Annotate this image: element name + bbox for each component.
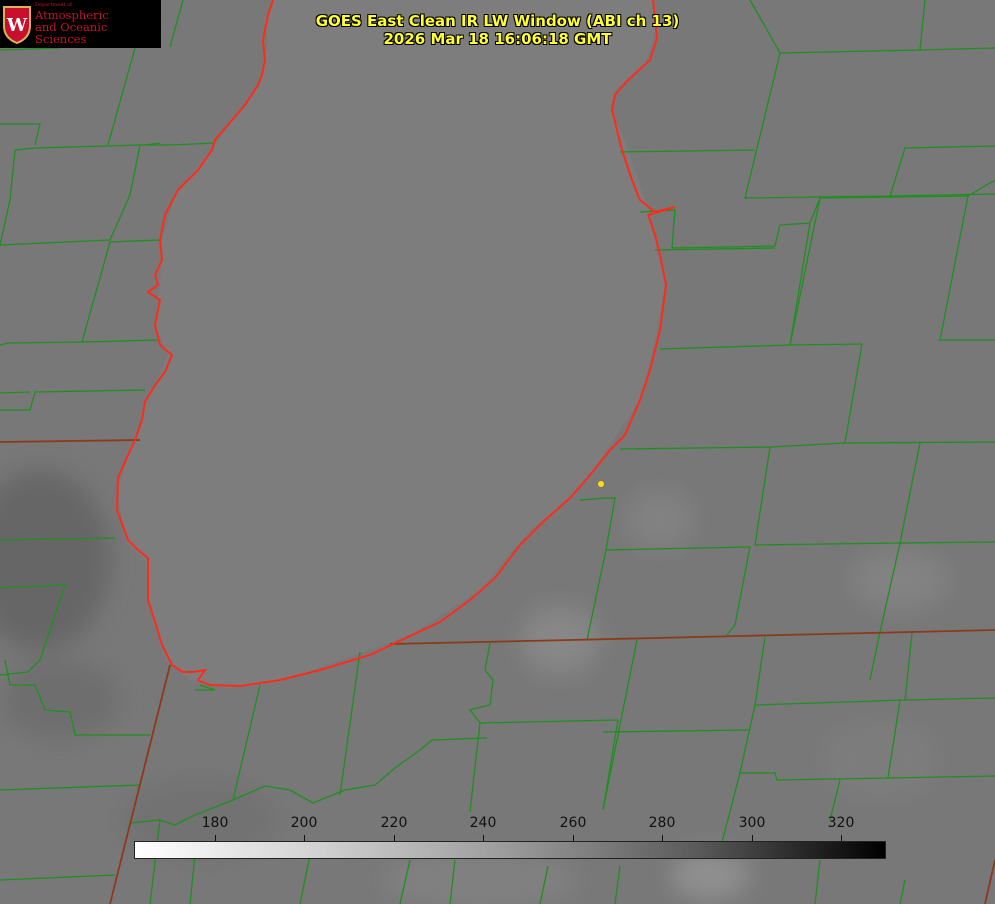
colorbar-tick-label: 280 <box>648 815 676 831</box>
logo-line-1: Atmospheric <box>35 7 109 22</box>
colorbar-tick-label: 220 <box>380 815 408 831</box>
image-title: GOES East Clean IR LW Window (ABI ch 13)… <box>290 12 705 48</box>
title-timestamp: 2026 Mar 18 16:06:18 GMT <box>383 30 612 48</box>
colorbar-tick-label: 300 <box>738 815 766 831</box>
satellite-map <box>0 0 995 904</box>
uw-aos-logo: W Department of Atmospheric and Oceanic … <box>0 0 161 48</box>
colorbar-tick-label: 180 <box>201 815 229 831</box>
colorbar-tick-label: 240 <box>469 815 497 831</box>
location-marker <box>598 481 604 487</box>
colorbar-tick-label: 200 <box>290 815 318 831</box>
logo-line-2: and Oceanic Sciences <box>35 19 108 46</box>
svg-text:W: W <box>6 15 28 36</box>
colorbar-tick-label: 320 <box>827 815 855 831</box>
colorbar-gradient <box>134 841 886 859</box>
title-product: GOES East Clean IR LW Window (ABI ch 13) <box>315 12 680 30</box>
colorbar-tick-label: 260 <box>559 815 587 831</box>
uw-seal-icon: W <box>2 4 32 45</box>
